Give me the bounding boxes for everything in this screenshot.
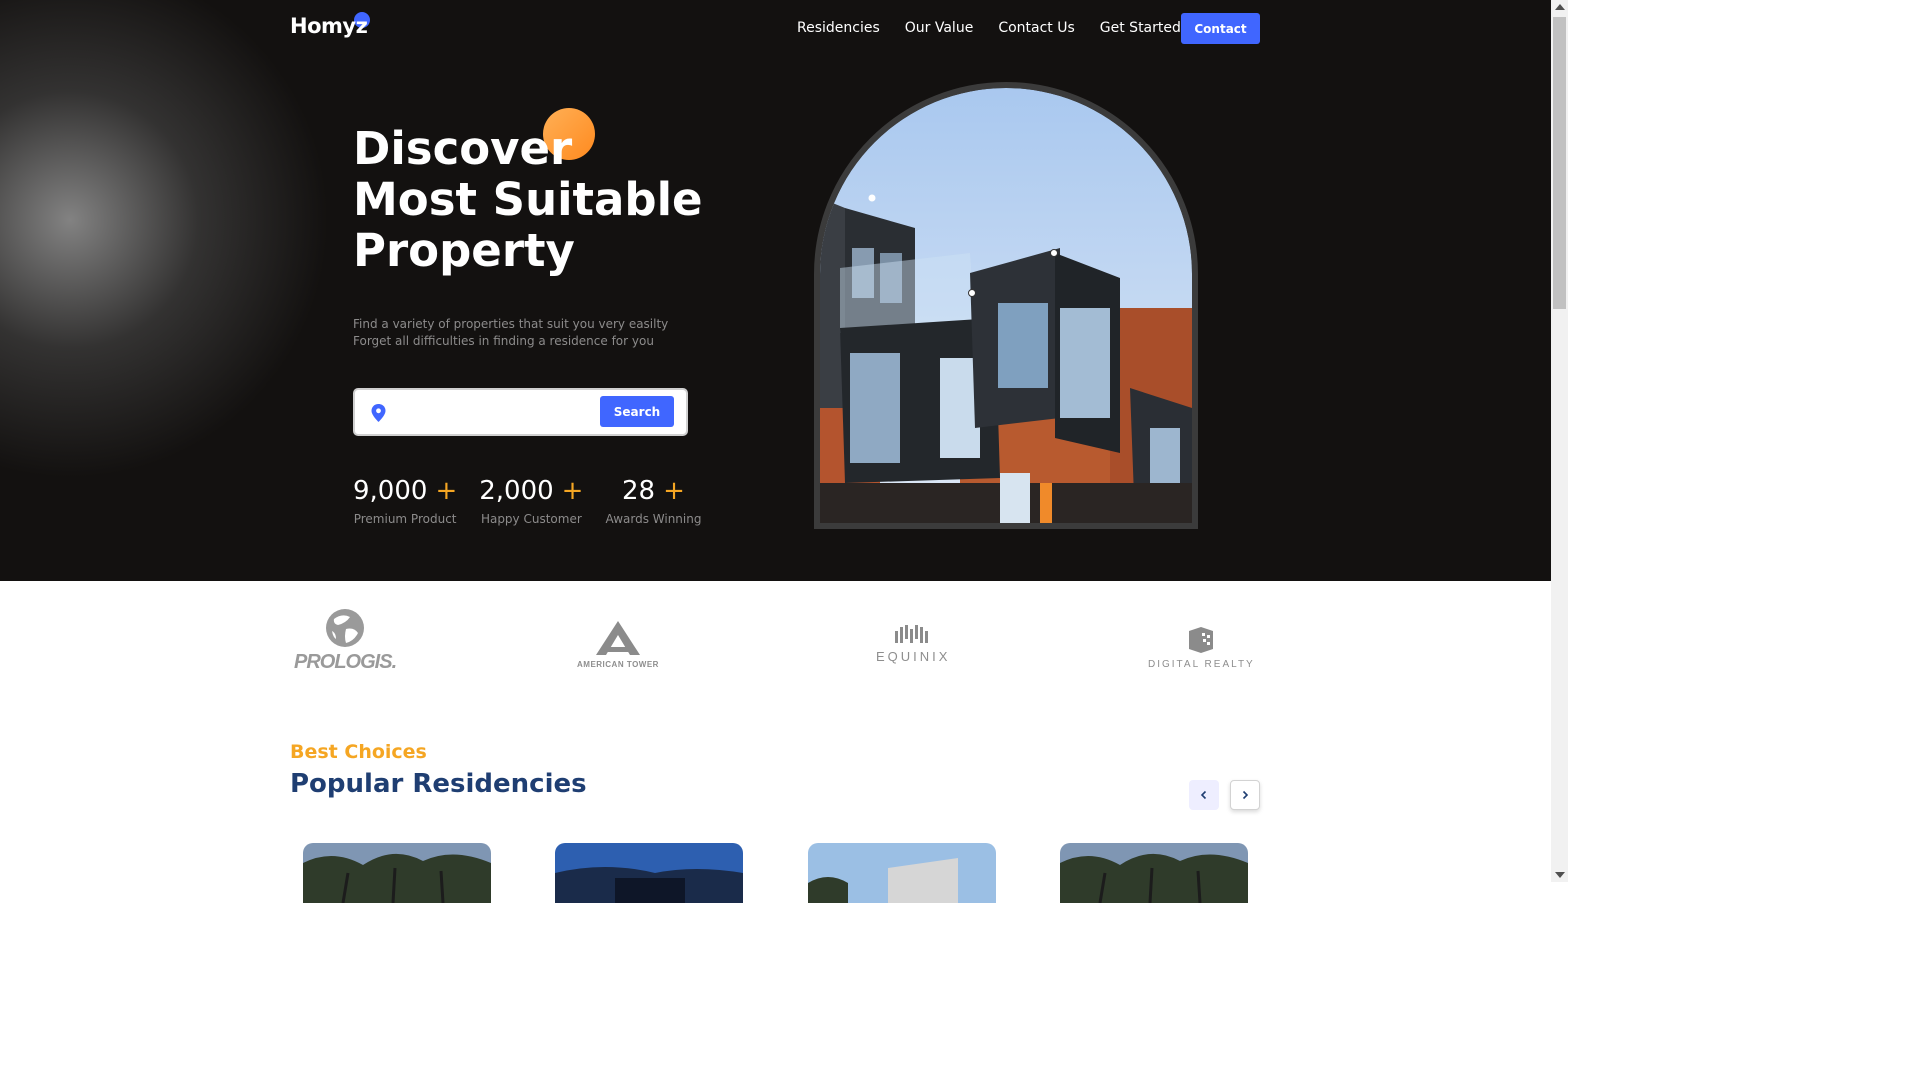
stat-awards-winning: 28 + Awards Winning <box>605 476 701 526</box>
page-scrollbar[interactable] <box>1551 0 1568 882</box>
stat-plus: + <box>435 476 458 506</box>
residencies-eyebrow: Best Choices <box>290 741 427 763</box>
company-digital-realty: DIGITAL REALTY <box>1148 627 1255 670</box>
scroll-down-arrow-icon[interactable] <box>1555 872 1565 878</box>
scrollbar-thumb[interactable] <box>1553 17 1566 309</box>
search-bar: Search <box>353 388 688 436</box>
scroll-up-arrow-icon[interactable] <box>1555 4 1565 10</box>
residencies-title: Popular Residencies <box>290 769 587 799</box>
company-prologis: PROLOGIS. <box>294 607 397 674</box>
main-nav: Residencies Our Value Contact Us Get Sta… <box>797 20 1206 36</box>
equinix-logo-icon <box>895 625 929 643</box>
slider-prev-button[interactable] <box>1189 780 1219 810</box>
hero-glow <box>0 0 330 480</box>
hero-building-image <box>820 88 1192 523</box>
stat-plus: + <box>561 476 584 506</box>
stat-plus: + <box>663 476 685 506</box>
hero-title-line: Property <box>353 224 575 277</box>
hero-subtitle: Find a variety of properties that suit y… <box>353 316 668 350</box>
hero-subtitle-line: Forget all difficulties in finding a res… <box>353 334 654 348</box>
nav-get-started[interactable]: Get Started <box>1100 20 1181 36</box>
company-name: AMERICAN TOWER <box>577 660 659 669</box>
search-button[interactable]: Search <box>600 396 674 427</box>
residency-card-image[interactable] <box>555 843 743 903</box>
companies-section: PROLOGIS. AMERICAN TOWER EQUINIX DIGITAL… <box>0 581 1551 701</box>
hero-title: Discover Most Suitable Property <box>353 123 713 276</box>
stats: 9,000 + Premium Product 2,000 + Happy Cust… <box>353 476 723 526</box>
hero-subtitle-line: Find a variety of properties that suit y… <box>353 317 669 331</box>
search-input[interactable] <box>399 400 594 426</box>
residency-card-image[interactable] <box>1060 843 1248 903</box>
contact-button[interactable]: Contact <box>1181 13 1260 44</box>
nav-our-value[interactable]: Our Value <box>905 20 974 36</box>
company-name: PROLOGIS. <box>294 651 397 673</box>
company-name: EQUINIX <box>876 649 951 664</box>
logo[interactable]: Homyz <box>290 14 368 38</box>
american-tower-logo-icon <box>595 621 640 655</box>
hero-title-line: Discover <box>353 122 573 175</box>
stat-happy-customer: 2,000 + Happy Customer <box>479 476 583 526</box>
stat-value: 9,000 <box>353 476 428 506</box>
stat-label: Awards Winning <box>605 512 702 526</box>
residency-card-image[interactable] <box>303 843 491 903</box>
company-american-tower: AMERICAN TOWER <box>577 621 659 669</box>
nav-residencies[interactable]: Residencies <box>797 20 880 36</box>
chevron-right-icon <box>1242 790 1249 800</box>
location-pin-icon <box>371 404 386 422</box>
prologis-logo-icon <box>326 609 365 647</box>
company-equinix: EQUINIX <box>876 623 950 664</box>
slider-next-button[interactable] <box>1230 780 1260 810</box>
residency-card-image[interactable] <box>808 843 996 903</box>
stat-label: Happy Customer <box>480 512 582 526</box>
company-name: DIGITAL REALTY <box>1148 659 1255 670</box>
stat-premium-product: 9,000 + Premium Product <box>353 476 457 526</box>
hero-title-line: Most Suitable <box>353 173 703 226</box>
hero-section: Homyz Residencies Our Value Contact Us G… <box>0 0 1551 581</box>
stat-label: Premium Product <box>353 512 457 526</box>
stat-value: 2,000 <box>479 476 554 506</box>
hero-image-frame <box>814 82 1198 529</box>
digital-realty-logo-icon <box>1189 627 1214 653</box>
stat-value: 28 <box>622 476 656 506</box>
nav-contact-us[interactable]: Contact Us <box>998 20 1074 36</box>
chevron-left-icon <box>1200 790 1207 800</box>
